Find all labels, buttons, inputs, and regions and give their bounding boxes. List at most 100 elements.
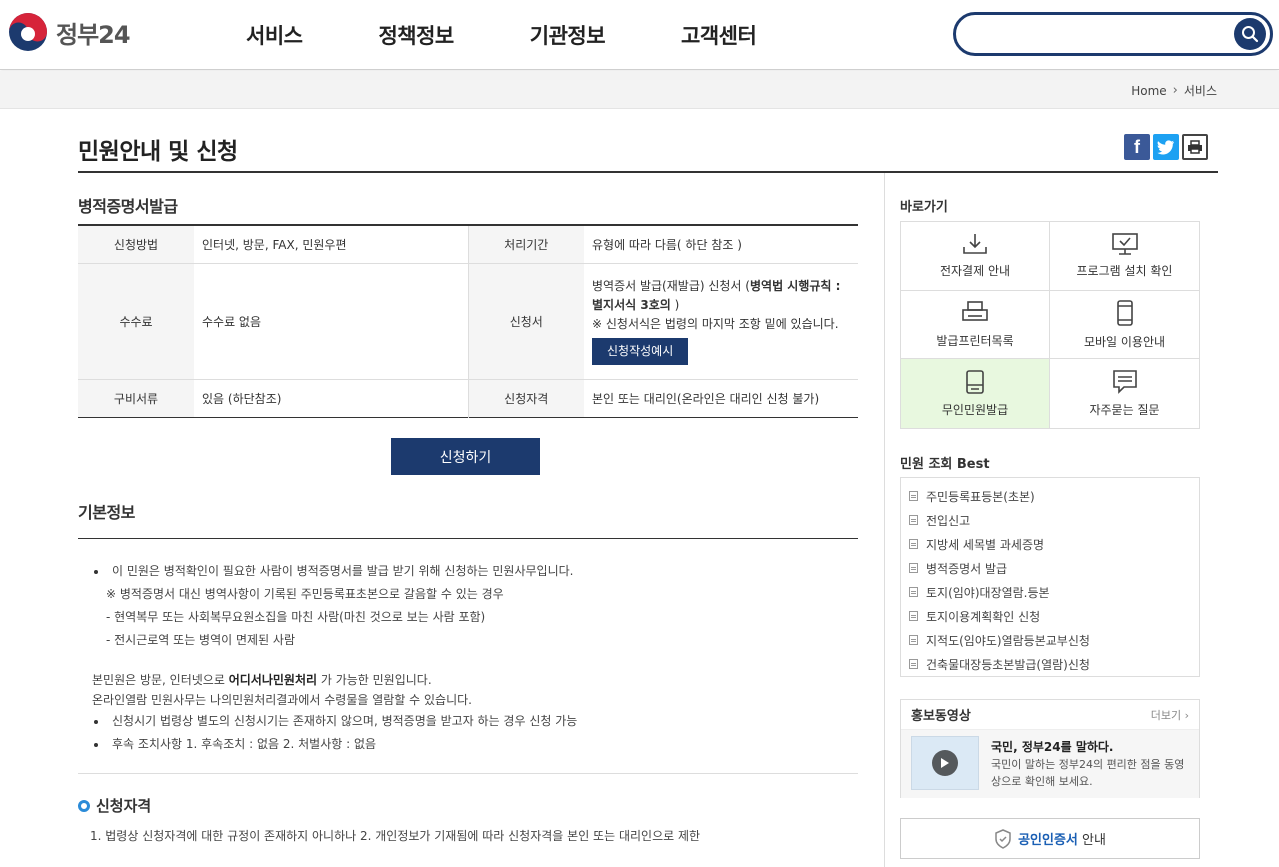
list-item[interactable]: 병적증명서 발급: [909, 556, 1199, 580]
section-title: 병적증명서발급: [78, 197, 178, 216]
facebook-icon[interactable]: f: [1124, 134, 1150, 160]
document-icon: [909, 539, 918, 549]
promo-title: 홍보동영상: [911, 709, 971, 724]
document-icon: [909, 635, 918, 645]
main-nav: 서비스 정책정보 기관정보 고객센터: [246, 20, 832, 50]
list-item[interactable]: 주민등록표등본(초본): [909, 484, 1199, 508]
monitor-check-icon: [1111, 233, 1138, 256]
anywhere-service-link[interactable]: 어디서나민원처리: [229, 673, 317, 687]
paragraph: 온라인열람 민원사무는 나의민원처리결과에서 수령물을 열람할 수 있습니다.: [92, 693, 472, 707]
basic-info-divider: [78, 538, 858, 539]
document-icon: [909, 659, 918, 669]
promo-header: 홍보동영상 더보기 ›: [901, 700, 1199, 730]
video-thumbnail[interactable]: [911, 736, 979, 790]
promo-video-desc: 국민이 말하는 정부24의 편리한 점을 동영상으로 확인해 보세요.: [991, 758, 1185, 788]
table-row: 신청방법 인터넷, 방문, FAX, 민원우편 처리기간 유형에 따라 다름( …: [78, 225, 858, 264]
qual-value: 본인 또는 대리인(온라인은 대리인 신청 불가): [592, 391, 820, 406]
best-title: 민원 조회 Best: [900, 457, 990, 472]
download-icon: [963, 234, 987, 255]
form-sample-button[interactable]: 신청작성예시: [592, 338, 689, 365]
speech-bubble-icon: [1112, 370, 1137, 395]
period-value: 유형에 따라 다름( 하단 참조 ): [584, 225, 858, 264]
table-row: 구비서류 있음 (하단참조) 신청자격 본인 또는 대리인(온라인은 대리인 신…: [78, 379, 858, 417]
promo-more-link[interactable]: 더보기 ›: [1151, 707, 1189, 723]
list-item[interactable]: 지방세 세목별 과세증명: [909, 532, 1199, 556]
quick-link-program-check[interactable]: 프로그램 설치 확인: [1050, 222, 1199, 291]
method-label: 신청방법: [78, 225, 194, 264]
nav-item-agency[interactable]: 기관정보: [530, 20, 606, 50]
qual-label: 신청자격: [467, 379, 584, 417]
circle-bullet-icon: [78, 799, 90, 812]
search-icon: [1242, 26, 1259, 43]
nav-item-policy[interactable]: 정책정보: [378, 20, 454, 50]
search-button[interactable]: [1234, 18, 1266, 50]
best-list: 주민등록표등본(초본) 전입신고 지방세 세목별 과세증명 병적증명서 발급 토…: [900, 477, 1200, 677]
list-item[interactable]: 지적도(임야도)열람등본교부신청: [909, 628, 1199, 652]
print-icon[interactable]: [1182, 134, 1208, 160]
basic-info: 이 민원은 병적확인이 필요한 사람이 병적증명서를 발급 받기 위해 신청하는…: [78, 560, 858, 756]
divider: [78, 773, 858, 774]
chevron-right-icon: ›: [1172, 83, 1178, 98]
qualification-title: 신청자격: [78, 795, 151, 816]
play-icon: [932, 750, 958, 776]
certificate-guide-button[interactable]: 공인인증서 안내: [900, 818, 1200, 859]
list-item[interactable]: 전입신고: [909, 508, 1199, 532]
quick-links-title: 바로가기: [900, 200, 948, 215]
document-icon: [909, 563, 918, 573]
fee-label: 수수료: [78, 263, 194, 380]
apply-button[interactable]: 신청하기: [391, 438, 540, 475]
breadcrumb-current[interactable]: 서비스: [1184, 82, 1217, 99]
promo-video-title[interactable]: 국민, 정부24를 말하다.: [991, 738, 1114, 755]
list-item[interactable]: 건축물대장등초본발급(열람)신청: [909, 652, 1199, 676]
mobile-phone-icon: [1116, 300, 1133, 326]
shield-icon: [995, 828, 1011, 849]
certificate-suffix: 안내: [1077, 833, 1106, 848]
search-input[interactable]: [972, 23, 1222, 47]
list-item[interactable]: 토지(임야)대장열람.등본: [909, 580, 1199, 604]
qualification-text: 1. 법령상 신청자격에 대한 규정이 존재하지 아니하나 2. 개인정보가 기…: [90, 829, 701, 843]
breadcrumb: Home › 서비스: [1131, 82, 1217, 99]
quick-link-mobile[interactable]: 모바일 이용안내: [1050, 291, 1199, 360]
paragraph: 본민원은 방문, 인터넷으로 어디서나민원처리 가 가능한 민원입니다.: [92, 673, 432, 687]
nav-item-customer[interactable]: 고객센터: [681, 20, 757, 50]
form-label: 신청서: [467, 263, 584, 380]
quick-link-kiosk[interactable]: 무인민원발급: [901, 359, 1050, 428]
quick-link-faq[interactable]: 자주묻는 질문: [1050, 359, 1199, 428]
period-label: 처리기간: [467, 225, 584, 264]
breadcrumb-home[interactable]: Home: [1131, 84, 1166, 98]
form-value: 병역증서 발급(재발급) 신청서 (병역법 시행규칙 : 별지서식 3호의 ) …: [584, 263, 858, 380]
document-icon: [909, 491, 918, 501]
nav-item-service[interactable]: 서비스: [246, 20, 303, 50]
site-header: 정부24 서비스 정책정보 기관정보 고객센터: [0, 0, 1279, 70]
twitter-icon[interactable]: [1153, 134, 1179, 160]
form-text: 병역증서 발급(재발급) 신청서 (: [592, 279, 750, 293]
title-divider: [78, 171, 1218, 173]
quick-link-payment[interactable]: 전자결제 안내: [901, 222, 1050, 291]
form-text-end: ): [674, 298, 680, 312]
service-info-table: 신청방법 인터넷, 방문, FAX, 민원우편 처리기간 유형에 따라 다름( …: [78, 224, 858, 418]
search-box: [953, 12, 1273, 56]
list-item: 신청시기 법령상 별도의 신청시기는 존재하지 않으며, 병적증명을 받고자 하…: [78, 710, 858, 733]
table-row: 수수료 수수료 없음 신청서 병역증서 발급(재발급) 신청서 (병역법 시행규…: [78, 263, 858, 380]
docs-value: 있음 (하단참조): [202, 391, 282, 406]
logo[interactable]: 정부24: [8, 12, 131, 52]
list-item[interactable]: 토지이용계획확인 신청: [909, 604, 1199, 628]
kiosk-icon: [966, 370, 984, 394]
share-buttons: f: [1124, 134, 1208, 160]
document-icon: [909, 611, 918, 621]
note-line: - 전시근로역 또는 병역이 면제된 사람: [106, 633, 296, 647]
fee-value: 수수료 없음: [194, 263, 468, 380]
list-item: 후속 조치사항 1. 후속조치 : 없음 2. 처벌사항 : 없음: [78, 733, 858, 756]
list-item: 이 민원은 병적확인이 필요한 사람이 병적증명서를 발급 받기 위해 신청하는…: [78, 560, 858, 583]
taegeuk-logo-icon: [9, 13, 47, 51]
quick-link-printers[interactable]: 발급프린터목록: [901, 290, 1050, 360]
certificate-label: 공인인증서: [1018, 833, 1078, 848]
promo-body: 국민, 정부24를 말하다. 국민이 말하는 정부24의 편리한 점을 동영상으…: [901, 730, 1199, 798]
page-title: 민원안내 및 신청: [78, 139, 238, 165]
printer-icon: [962, 301, 988, 321]
quick-links: 전자결제 안내 프로그램 설치 확인 발급프린터목록 모바일 이용안내 무인민원…: [900, 221, 1200, 429]
method-value: 인터넷, 방문, FAX, 민원우편: [194, 225, 468, 264]
form-note: ※ 신청서식은 법령의 마지막 조항 밑에 있습니다.: [592, 317, 839, 331]
basic-info-title: 기본정보: [78, 503, 135, 522]
document-icon: [909, 515, 918, 525]
